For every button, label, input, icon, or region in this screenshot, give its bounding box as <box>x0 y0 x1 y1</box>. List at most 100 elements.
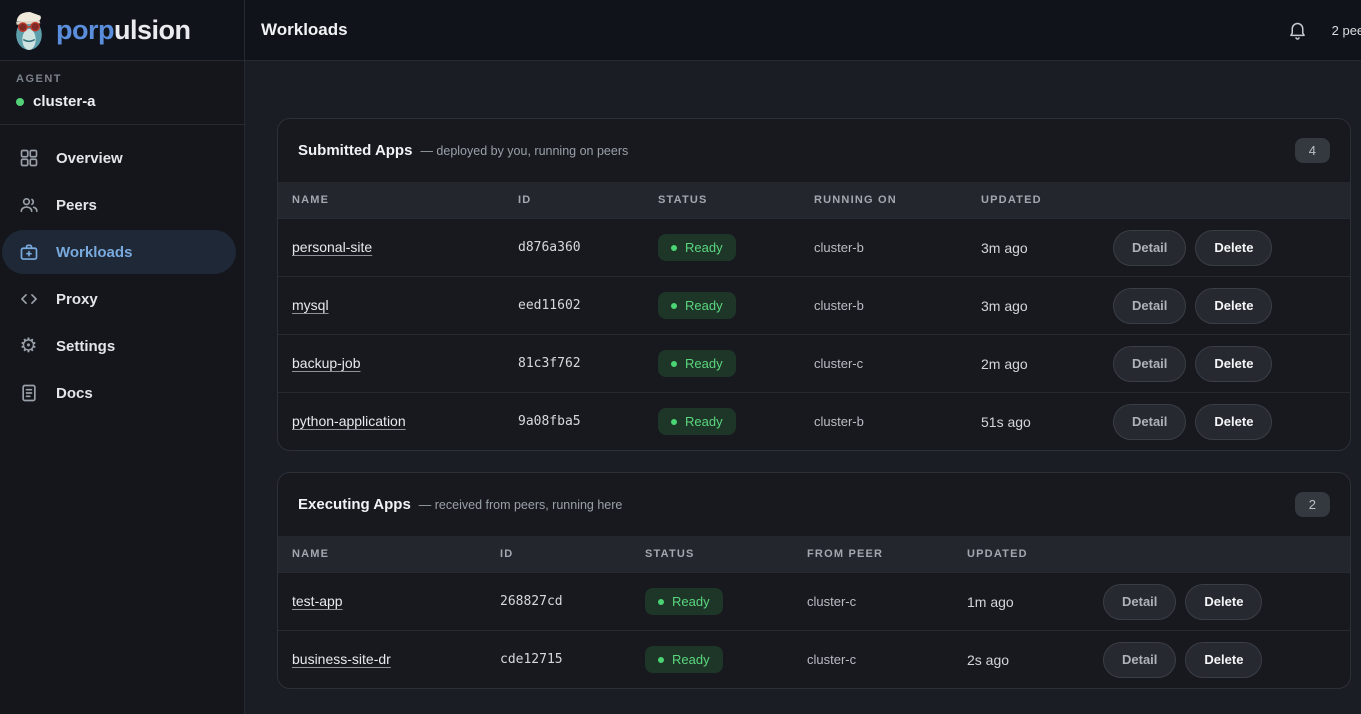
column-header-from-peer: FROM PEER <box>807 548 967 560</box>
status-badge: Ready <box>658 408 736 435</box>
column-header-name: NAME <box>292 194 518 206</box>
detail-button[interactable]: Detail <box>1113 404 1186 440</box>
sidebar-item-overview[interactable]: Overview <box>2 136 236 180</box>
agent-block: AGENT cluster-a <box>0 61 244 125</box>
updated-time: 3m ago <box>981 240 1113 256</box>
status-badge: Ready <box>645 588 723 615</box>
gear-icon: ⚙ <box>18 336 39 357</box>
column-header-updated: UPDATED <box>967 548 1103 560</box>
running-on-peer: cluster-b <box>814 298 981 313</box>
executing-apps-card: Executing Apps — received from peers, ru… <box>277 472 1351 689</box>
page-title: Workloads <box>261 20 348 40</box>
sidebar-item-docs[interactable]: Docs <box>2 371 236 415</box>
updated-time: 2m ago <box>981 356 1113 372</box>
delete-button[interactable]: Delete <box>1185 584 1262 620</box>
column-header-updated: UPDATED <box>981 194 1113 206</box>
sidebar-item-settings[interactable]: ⚙ Settings <box>2 324 236 368</box>
app-name-link[interactable]: test-app <box>292 593 343 609</box>
detail-button[interactable]: Detail <box>1103 584 1176 620</box>
app-name-link[interactable]: business-site-dr <box>292 651 391 667</box>
status-dot-icon <box>671 303 677 309</box>
sidebar-item-label: Docs <box>56 385 93 402</box>
updated-time: 2s ago <box>967 652 1103 668</box>
delete-button[interactable]: Delete <box>1195 404 1272 440</box>
app-id: 9a08fba5 <box>518 414 658 429</box>
table-row: business-site-dr cde12715 Ready cluster-… <box>278 630 1350 688</box>
sidebar-item-label: Workloads <box>56 244 132 261</box>
arrows-left-right-icon <box>18 289 39 310</box>
sidebar-item-label: Settings <box>56 338 115 355</box>
delete-button[interactable]: Delete <box>1195 346 1272 382</box>
sidebar-item-peers[interactable]: Peers <box>2 183 236 227</box>
column-header-id: ID <box>518 194 658 206</box>
table-header-row: NAME ID STATUS FROM PEER UPDATED <box>278 536 1350 572</box>
peer-count-label: 2 peers <box>1332 23 1361 38</box>
app-window: porpulsion Workloads 2 peers AGENT clust… <box>0 0 1361 714</box>
column-header-running-on: RUNNING ON <box>814 194 981 206</box>
agent-status-dot-icon <box>16 98 24 106</box>
app-name-link[interactable]: python-application <box>292 413 406 429</box>
status-dot-icon <box>658 599 664 605</box>
brand-name: porpulsion <box>56 15 191 46</box>
sidebar-item-label: Overview <box>56 150 123 167</box>
app-id: cde12715 <box>500 652 645 667</box>
app-name-link[interactable]: backup-job <box>292 355 361 371</box>
updated-time: 51s ago <box>981 414 1113 430</box>
status-badge: Ready <box>658 350 736 377</box>
sidebar-item-proxy[interactable]: Proxy <box>2 277 236 321</box>
briefcase-plus-icon <box>18 242 39 263</box>
from-peer: cluster-c <box>807 652 967 667</box>
delete-button[interactable]: Delete <box>1185 642 1262 678</box>
status-dot-icon <box>671 245 677 251</box>
table-row: python-application 9a08fba5 Ready cluste… <box>278 392 1350 450</box>
running-on-peer: cluster-b <box>814 240 981 255</box>
brand-area: porpulsion <box>0 0 245 61</box>
table-row: mysql eed11602 Ready cluster-b 3m ago De… <box>278 276 1350 334</box>
submitted-apps-card: Submitted Apps — deployed by you, runnin… <box>277 118 1351 451</box>
detail-button[interactable]: Detail <box>1113 230 1186 266</box>
agent-section-label: AGENT <box>16 73 228 85</box>
detail-button[interactable]: Detail <box>1103 642 1176 678</box>
delete-button[interactable]: Delete <box>1195 288 1272 324</box>
status-badge: Ready <box>658 234 736 261</box>
notification-bell-icon[interactable] <box>1287 20 1308 41</box>
section-header: Executing Apps — received from peers, ru… <box>278 473 1350 536</box>
sidebar-nav: Overview Peers <box>0 125 244 418</box>
table-row: personal-site d876a360 Ready cluster-b 3… <box>278 218 1350 276</box>
app-id: 81c3f762 <box>518 356 658 371</box>
section-header: Submitted Apps — deployed by you, runnin… <box>278 119 1350 182</box>
status-dot-icon <box>671 419 677 425</box>
section-subtitle: — deployed by you, running on peers <box>420 144 628 158</box>
app-name-link[interactable]: personal-site <box>292 239 372 255</box>
table-header-row: NAME ID STATUS RUNNING ON UPDATED <box>278 182 1350 218</box>
status-badge: Ready <box>658 292 736 319</box>
column-header-status: STATUS <box>645 548 807 560</box>
count-badge: 4 <box>1295 138 1330 163</box>
main-content: Submitted Apps — deployed by you, runnin… <box>245 61 1361 714</box>
agent-name: cluster-a <box>33 93 96 110</box>
status-badge: Ready <box>645 646 723 673</box>
porpoise-mascot-icon <box>10 9 48 51</box>
section-subtitle: — received from peers, running here <box>419 498 623 512</box>
status-dot-icon <box>658 657 664 663</box>
column-header-status: STATUS <box>658 194 814 206</box>
sidebar: AGENT cluster-a Overview <box>0 61 245 714</box>
detail-button[interactable]: Detail <box>1113 346 1186 382</box>
detail-button[interactable]: Detail <box>1113 288 1186 324</box>
app-id: d876a360 <box>518 240 658 255</box>
updated-time: 3m ago <box>981 298 1113 314</box>
document-icon <box>18 383 39 404</box>
table-row: backup-job 81c3f762 Ready cluster-c 2m a… <box>278 334 1350 392</box>
column-header-id: ID <box>500 548 645 560</box>
app-id: 268827cd <box>500 594 645 609</box>
app-name-link[interactable]: mysql <box>292 297 329 313</box>
sidebar-item-workloads[interactable]: Workloads <box>2 230 236 274</box>
grid-icon <box>18 148 39 169</box>
delete-button[interactable]: Delete <box>1195 230 1272 266</box>
from-peer: cluster-c <box>807 594 967 609</box>
people-icon <box>18 195 39 216</box>
running-on-peer: cluster-b <box>814 414 981 429</box>
column-header-name: NAME <box>292 548 500 560</box>
top-bar: Workloads 2 peers <box>245 0 1361 61</box>
sidebar-item-label: Peers <box>56 197 97 214</box>
